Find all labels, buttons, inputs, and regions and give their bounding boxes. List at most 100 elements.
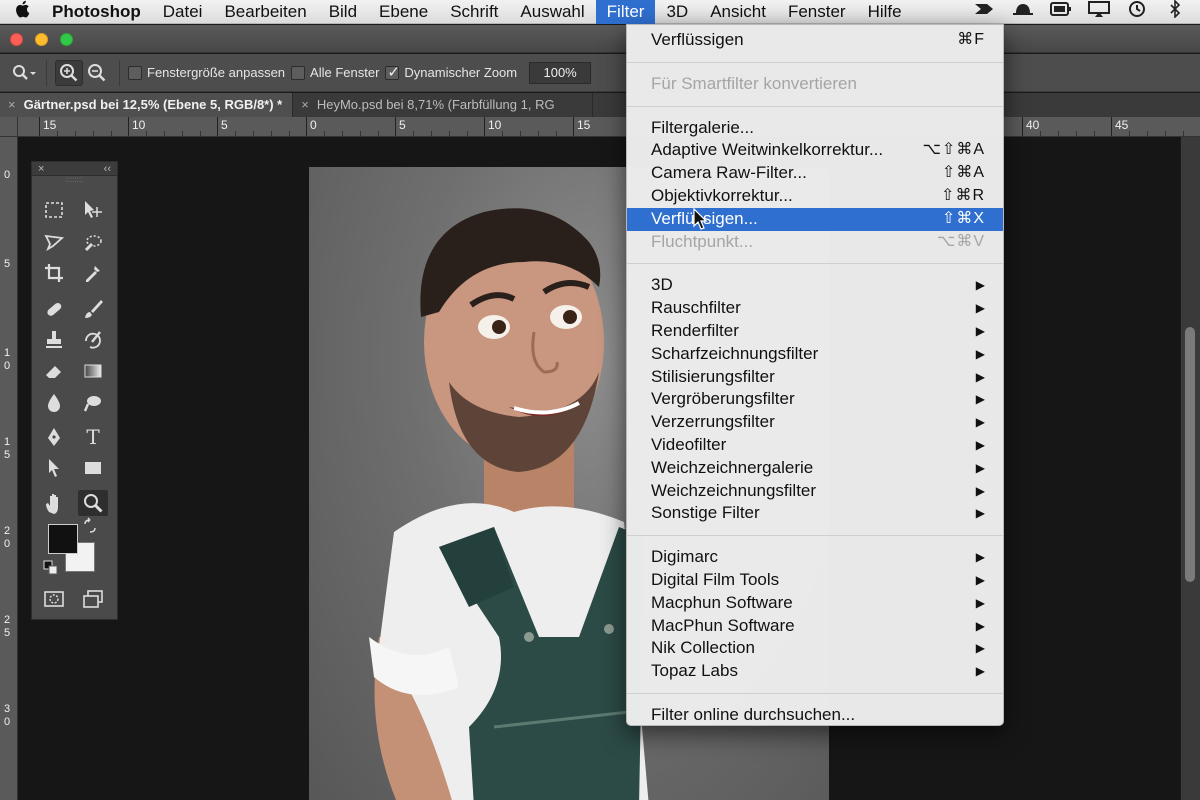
dodge-tool-icon[interactable] — [78, 390, 108, 416]
default-colors-icon[interactable] — [43, 560, 59, 576]
menu-item-rauschfilter[interactable]: Rauschfilter ▶ — [627, 297, 1003, 320]
marquee-tool-icon[interactable] — [39, 197, 69, 223]
zoom-out-icon[interactable] — [83, 60, 111, 86]
zoom-tool-preset-icon[interactable] — [10, 60, 38, 86]
fit-window-label: Fenstergröße anpassen — [147, 65, 286, 80]
menu-fenster[interactable]: Fenster — [777, 0, 857, 24]
menu-item-verzerrungsfilter[interactable]: Verzerrungsfilter ▶ — [627, 411, 1003, 434]
minimize-window-button[interactable] — [35, 33, 48, 46]
close-tab-icon[interactable]: × — [301, 97, 309, 112]
move-tool-icon[interactable] — [78, 197, 108, 223]
menu-item-adaptive-weitwinkelkorrektur[interactable]: Adaptive Weitwinkelkorrektur... ⌥⇧⌘A — [627, 139, 1003, 162]
airplay-icon[interactable] — [1088, 1, 1110, 22]
battery-icon[interactable] — [1050, 2, 1072, 21]
clone-stamp-tool-icon[interactable] — [39, 327, 69, 353]
menu-schrift[interactable]: Schrift — [439, 0, 509, 24]
menu-bild[interactable]: Bild — [318, 0, 368, 24]
menu-datei[interactable]: Datei — [152, 0, 214, 24]
quick-selection-tool-icon[interactable] — [78, 229, 108, 255]
menu-item-digital-film-tools[interactable]: Digital Film Tools ▶ — [627, 569, 1003, 592]
tab-heymo[interactable]: × HeyMo.psd bei 8,71% (Farbfüllung 1, RG — [293, 93, 594, 117]
vertical-scrollbar[interactable] — [1181, 137, 1200, 800]
menu-hilfe[interactable]: Hilfe — [857, 0, 913, 24]
menu-filter[interactable]: Filter — [595, 0, 656, 24]
menu-item-camera-raw-filter[interactable]: Camera Raw-Filter... ⇧⌘A — [627, 162, 1003, 185]
window-titlebar — [0, 25, 1200, 53]
checkbox-box[interactable] — [291, 65, 306, 80]
ruler-minor-tick — [146, 131, 147, 136]
menu-item-digimarc[interactable]: Digimarc ▶ — [627, 546, 1003, 569]
path-selection-tool-icon[interactable] — [39, 455, 69, 481]
menu-item-sonstige-filter[interactable]: Sonstige Filter ▶ — [627, 502, 1003, 525]
scrubby-zoom-checkbox[interactable]: Dynamischer Zoom — [385, 63, 517, 81]
menu-item-stilisierungsfilter[interactable]: Stilisierungsfilter ▶ — [627, 366, 1003, 389]
menu-item-macphun-software[interactable]: MacPhun Software ▶ — [627, 615, 1003, 638]
close-panel-icon[interactable]: × — [38, 163, 44, 175]
type-tool-icon[interactable]: T — [78, 424, 108, 450]
ruler-corner[interactable] — [0, 117, 18, 137]
quick-mask-tool-icon[interactable] — [39, 586, 69, 612]
all-windows-checkbox[interactable]: Alle Fenster — [291, 65, 379, 80]
close-window-button[interactable] — [10, 33, 23, 46]
blur-tool-icon[interactable] — [39, 390, 69, 416]
eraser-tool-icon[interactable] — [39, 358, 69, 384]
menu-item-verflüssigen[interactable]: Verflüssigen ⌘F — [627, 29, 1003, 52]
wing-icon[interactable] — [974, 2, 996, 21]
tab-gaertner[interactable]: × Gärtner.psd bei 12,5% (Ebene 5, RGB/8*)… — [0, 93, 294, 117]
filter-menu-dropdown: Verflüssigen ⌘F Für Smartfilter konvertier… — [626, 24, 1004, 726]
menu-item-objektivkorrektur[interactable]: Objektivkorrektur... ⇧⌘R — [627, 185, 1003, 208]
menu-item-renderfilter[interactable]: Renderfilter ▶ — [627, 320, 1003, 343]
menu-item-label: Digital Film Tools — [651, 569, 780, 589]
checkbox-box[interactable] — [128, 65, 142, 80]
menu-ansicht[interactable]: Ansicht — [699, 0, 777, 24]
screen-mode-tool-icon[interactable] — [78, 586, 108, 612]
ruler-minor-tick — [467, 131, 468, 136]
menu-item-filtergalerie[interactable]: Filtergalerie... — [627, 117, 1003, 140]
menu-item-nik-collection[interactable]: Nik Collection ▶ — [627, 637, 1003, 660]
checkbox-box-checked[interactable] — [385, 63, 400, 81]
swap-colors-icon[interactable] — [82, 517, 98, 534]
eyedropper-tool-icon[interactable] — [78, 260, 108, 286]
lasso-tool-icon[interactable] — [39, 229, 69, 255]
menu-item-macphun-software[interactable]: Macphun Software ▶ — [627, 592, 1003, 615]
horizontal-ruler[interactable]: 15 10 5 0 5 10 15 40 45 — [18, 117, 1200, 137]
crop-tool-icon[interactable] — [39, 260, 69, 286]
foreground-color-swatch[interactable] — [48, 524, 78, 554]
menu-item-filter-online-durchsuchen[interactable]: Filter online durchsuchen... — [627, 704, 1003, 727]
hat-icon[interactable] — [1012, 2, 1034, 21]
fit-window-checkbox[interactable]: Fenstergröße anpassen — [128, 65, 285, 80]
menu-bearbeiten[interactable]: Bearbeiten — [213, 0, 317, 24]
vertical-ruler[interactable]: 0 5 1 0 1 5 2 0 2 5 3 0 — [0, 117, 18, 800]
close-tab-icon[interactable]: × — [8, 97, 16, 112]
menu-item-videofilter[interactable]: Videofilter ▶ — [627, 434, 1003, 457]
hand-tool-icon[interactable] — [39, 490, 69, 516]
menu-auswahl[interactable]: Auswahl — [509, 0, 595, 24]
collapse-panel-icon[interactable]: ‹‹ — [104, 163, 111, 175]
menu-ebene[interactable]: Ebene — [368, 0, 439, 24]
scrollbar-thumb[interactable] — [1185, 327, 1195, 582]
zoom-percent-button[interactable]: 100% — [529, 61, 592, 84]
menu-item-weichzeichnungsfilter[interactable]: Weichzeichnungsfilter ▶ — [627, 480, 1003, 503]
rectangle-tool-icon[interactable] — [78, 455, 108, 481]
menu-3d[interactable]: 3D — [655, 0, 699, 24]
brush-tool-icon[interactable] — [78, 296, 108, 322]
menu-app-name[interactable]: Photoshop — [44, 0, 152, 24]
pen-tool-icon[interactable] — [39, 424, 69, 450]
bluetooth-icon[interactable] — [1164, 0, 1186, 23]
time-machine-icon[interactable] — [1126, 0, 1148, 23]
healing-brush-tool-icon[interactable] — [39, 296, 69, 322]
history-brush-tool-icon[interactable] — [78, 327, 108, 353]
panel-grip[interactable]: :::::::: — [32, 176, 117, 186]
menu-item-verflüssigen[interactable]: Verflüssigen... ⇧⌘X — [627, 207, 1003, 231]
menu-item-topaz-labs[interactable]: Topaz Labs ▶ — [627, 660, 1003, 683]
menu-item-weichzeichnergalerie[interactable]: Weichzeichnergalerie ▶ — [627, 457, 1003, 480]
zoom-window-button[interactable] — [60, 33, 73, 46]
gradient-tool-icon[interactable] — [78, 358, 108, 384]
canvas-area[interactable] — [18, 137, 1180, 800]
menu-item-3d[interactable]: 3D ▶ — [627, 274, 1003, 297]
apple-logo-icon[interactable] — [0, 0, 44, 23]
zoom-in-icon[interactable] — [55, 59, 83, 86]
menu-item-scharfzeichnungsfilter[interactable]: Scharfzeichnungsfilter ▶ — [627, 343, 1003, 366]
zoom-tool-icon[interactable] — [78, 490, 108, 516]
menu-item-vergröberungsfilter[interactable]: Vergröberungsfilter ▶ — [627, 388, 1003, 411]
